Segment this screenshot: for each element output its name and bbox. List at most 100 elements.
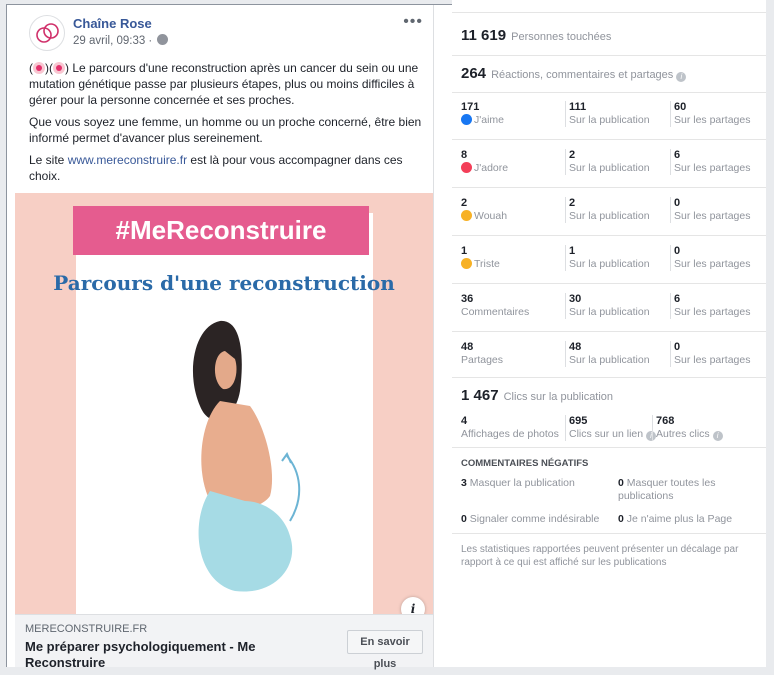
like-on-post-value: 111 xyxy=(569,101,587,113)
clicks-label: Clics sur la publication xyxy=(503,391,614,403)
site-link[interactable]: www.mereconstruire.fr xyxy=(68,153,187,167)
comments-on-shares-label: Sur les partages xyxy=(674,306,751,318)
learn-more-button[interactable]: En savoir plus xyxy=(347,630,423,670)
reach-value: 11 619 xyxy=(461,27,507,44)
love-on-post-value: 2 xyxy=(569,149,576,161)
wow-reaction-icon xyxy=(461,210,472,221)
love-on-shares-label: Sur les partages xyxy=(674,162,751,174)
insights-panel: 11 619 Personnes touchées 264 Réactions,… xyxy=(452,0,766,667)
post-timestamp[interactable]: 29 avril, 09:33 · xyxy=(73,34,169,47)
comments-label: Commentaires xyxy=(461,306,530,318)
love-reaction-icon xyxy=(461,162,472,173)
like-total: 171 J'aime xyxy=(461,101,504,127)
love-on-shares: 6 Sur les partages xyxy=(670,149,750,175)
post-date[interactable]: 29 avril, 09:33 · xyxy=(73,35,152,47)
divider xyxy=(452,55,766,56)
link-clicks-value: 695 xyxy=(569,415,588,427)
post-paragraph-1: ()() Le parcours d'une reconstruction ap… xyxy=(29,61,419,107)
sad-value: 1 xyxy=(461,245,468,257)
sad-reaction-icon xyxy=(461,258,472,269)
divider xyxy=(452,235,766,236)
like-value: 171 xyxy=(461,101,480,113)
divider xyxy=(452,377,766,378)
other-clicks-label: Autres clics xyxy=(656,428,710,440)
love-label: J'adore xyxy=(474,162,509,174)
sad-label: Triste xyxy=(474,258,500,270)
comments-row: 36 Commentaires 30 Sur la publication 6 Sur… xyxy=(452,293,766,341)
pink-ribbon-emoji-icon xyxy=(53,62,65,74)
divider xyxy=(452,92,766,93)
shares-on-post-value: 48 xyxy=(569,341,582,353)
unlike-value: 0 xyxy=(618,513,624,525)
photo-views-value: 4 xyxy=(461,415,468,427)
post-image[interactable]: #MeReconstruire Parcours d'une reconstru… xyxy=(15,193,433,621)
spam-value: 0 xyxy=(461,513,467,525)
love-on-post-label: Sur la publication xyxy=(569,162,650,174)
link-clicks-label: Clics sur un lien xyxy=(569,428,644,440)
shares-on-post-label: Sur la publication xyxy=(569,354,650,366)
clicks-stat: 1 467 Clics sur la publication xyxy=(461,387,613,404)
link-preview[interactable]: MERECONSTRUIRE.FR Me préparer psychologi… xyxy=(15,614,433,670)
hide-all-label: Masquer toutes les publications xyxy=(618,477,716,502)
like-on-shares-label: Sur les partages xyxy=(674,114,751,126)
sad-on-shares-label: Sur les partages xyxy=(674,258,751,270)
hide-all-stat: 0 Masquer toutes les publications xyxy=(618,477,758,503)
like-label: J'aime xyxy=(474,114,505,126)
shares-on-shares: 0 Sur les partages xyxy=(670,341,750,367)
sad-on-post: 1 Sur la publication xyxy=(565,245,650,271)
love-on-post: 2 Sur la publication xyxy=(565,149,650,175)
divider xyxy=(452,447,766,448)
shares-label: Partages xyxy=(461,354,504,366)
comments-total: 36 Commentaires xyxy=(461,293,529,319)
post-card: Chaîne Rose 29 avril, 09:33 · ••• ()() L… xyxy=(15,5,434,670)
love-total: 8 J'adore xyxy=(461,149,508,175)
wow-on-shares-label: Sur les partages xyxy=(674,210,751,222)
wow-on-shares: 0 Sur les partages xyxy=(670,197,750,223)
comments-value: 36 xyxy=(461,293,474,305)
shares-row: 48 Partages 48 Sur la publication 0 Sur les… xyxy=(452,341,766,389)
page-name-link[interactable]: Chaîne Rose xyxy=(73,16,152,31)
help-icon[interactable]: i xyxy=(712,431,723,441)
engagement-value: 264 xyxy=(461,65,487,82)
divider xyxy=(452,187,766,188)
comments-on-post-label: Sur la publication xyxy=(569,306,650,318)
post-header: Chaîne Rose 29 avril, 09:33 · ••• xyxy=(29,13,425,53)
like-on-shares-value: 60 xyxy=(674,101,687,113)
image-hashtag-banner: #MeReconstruire xyxy=(73,206,369,255)
reaction-row-sad: 1 Triste 1 Sur la publication 0 Sur les par… xyxy=(452,245,766,293)
spam-label: Signaler comme indésirable xyxy=(469,513,600,525)
hide-post-stat: 3 Masquer la publication xyxy=(461,477,575,490)
comments-on-shares: 6 Sur les partages xyxy=(670,293,750,319)
link-domain: MERECONSTRUIRE.FR xyxy=(25,623,148,635)
engagement-stat: 264 Réactions, commentaires et partages … xyxy=(461,65,687,82)
like-reaction-icon xyxy=(461,114,472,125)
ribbon-logo-icon xyxy=(36,23,59,43)
wow-total: 2 Wouah xyxy=(461,197,507,223)
post-paragraph-2: Que vous soyez une femme, un homme ou un… xyxy=(29,115,422,145)
clicks-breakdown-row: 4 Affichages de photos 695 Clics sur un li… xyxy=(452,415,766,463)
shares-on-shares-value: 0 xyxy=(674,341,681,353)
wow-label: Wouah xyxy=(474,210,508,222)
unlike-label: Je n'aime plus la Page xyxy=(626,513,733,525)
sad-on-shares: 0 Sur les partages xyxy=(670,245,750,271)
comments-on-post: 30 Sur la publication xyxy=(565,293,650,319)
divider xyxy=(452,331,766,332)
hide-post-value: 3 xyxy=(461,477,467,489)
other-clicks: 768 Autres clics i xyxy=(652,415,723,441)
wow-on-post-label: Sur la publication xyxy=(569,210,650,222)
reach-stat: 11 619 Personnes touchées xyxy=(461,27,611,44)
reaction-row-love: 8 J'adore 2 Sur la publication 6 Sur les pa… xyxy=(452,149,766,197)
more-options-icon[interactable]: ••• xyxy=(403,13,423,31)
hide-all-value: 0 xyxy=(618,477,624,489)
shares-on-post: 48 Sur la publication xyxy=(565,341,650,367)
photo-views: 4 Affichages de photos xyxy=(461,415,559,441)
shares-total: 48 Partages xyxy=(461,341,503,367)
sad-on-shares-value: 0 xyxy=(674,245,681,257)
post-paragraph-1-text: ) Le parcours d'une reconstruction après… xyxy=(29,61,419,107)
link-title[interactable]: Me préparer psychologiquement - Me Recon… xyxy=(25,639,335,671)
wow-value: 2 xyxy=(461,197,468,209)
divider xyxy=(452,533,766,534)
post-paragraph-3: Le site www.mereconstruire.fr est là pou… xyxy=(29,152,424,184)
page-avatar[interactable] xyxy=(29,15,65,51)
help-icon[interactable]: i xyxy=(676,72,687,82)
